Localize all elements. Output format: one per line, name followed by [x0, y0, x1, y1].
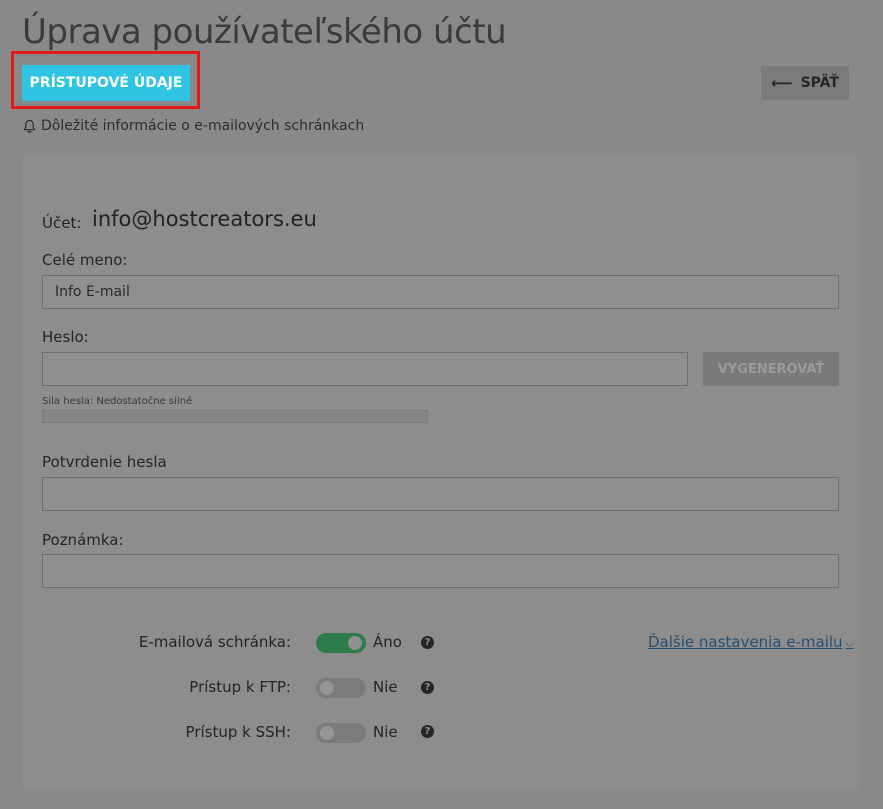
ssh-toggle-state: Nie	[373, 723, 398, 741]
question-circle-icon[interactable]: ?	[421, 636, 434, 649]
page-title: Úprava používateľského účtu	[22, 12, 507, 52]
note-label: Poznámka:	[42, 531, 124, 549]
question-circle-icon[interactable]: ?	[421, 681, 434, 694]
account-label: Účet:	[42, 214, 82, 232]
account-form-panel: Účet: info@hostcreators.eu Celé meno: He…	[22, 157, 859, 788]
full-name-field[interactable]	[42, 275, 839, 309]
confirm-password-field[interactable]	[42, 477, 839, 511]
password-field[interactable]	[42, 352, 688, 386]
confirm-password-label: Potvrdenie hesla	[42, 453, 167, 471]
password-label: Heslo:	[42, 328, 89, 346]
ftp-toggle-state: Nie	[373, 678, 398, 696]
chevron-down-icon: ⌵	[845, 637, 854, 650]
toggle-knob	[320, 681, 334, 695]
account-value: info@hostcreators.eu	[92, 207, 317, 231]
ssh-toggle[interactable]	[316, 723, 366, 743]
arrow-left-icon: ⟵	[771, 74, 793, 92]
note-field[interactable]	[42, 554, 839, 588]
generate-password-button[interactable]: VYGENEROVAŤ	[703, 352, 839, 386]
mailbox-toggle-state: Áno	[373, 633, 402, 651]
ftp-toggle-label: Prístup k FTP:	[189, 678, 291, 696]
question-circle-icon[interactable]: ?	[421, 725, 434, 738]
back-button-label: SPÄŤ	[800, 75, 839, 91]
highlight-frame	[11, 51, 200, 109]
mailbox-toggle-label: E-mailová schránka:	[138, 633, 291, 651]
back-button[interactable]: ⟵ SPÄŤ	[761, 66, 849, 100]
toggle-knob	[348, 636, 362, 650]
mailbox-info-link[interactable]: Dôležité informácie o e-mailových schrán…	[22, 118, 364, 134]
mailbox-info-label: Dôležité informácie o e-mailových schrán…	[41, 118, 365, 134]
more-email-settings-label: Ďalšie nastavenia e-mailu	[648, 633, 843, 651]
password-strength-bar	[42, 410, 428, 423]
password-strength-text: Sila hesla: Nedostatočne silné	[42, 396, 193, 407]
bell-icon	[23, 119, 36, 133]
more-email-settings-link[interactable]: Ďalšie nastavenia e-mailu ⌵	[648, 633, 854, 651]
ftp-toggle[interactable]	[316, 678, 366, 698]
toggle-knob	[320, 726, 334, 740]
ssh-toggle-label: Prístup k SSH:	[185, 723, 291, 741]
full-name-label: Celé meno:	[42, 251, 128, 269]
mailbox-toggle[interactable]	[316, 633, 366, 653]
